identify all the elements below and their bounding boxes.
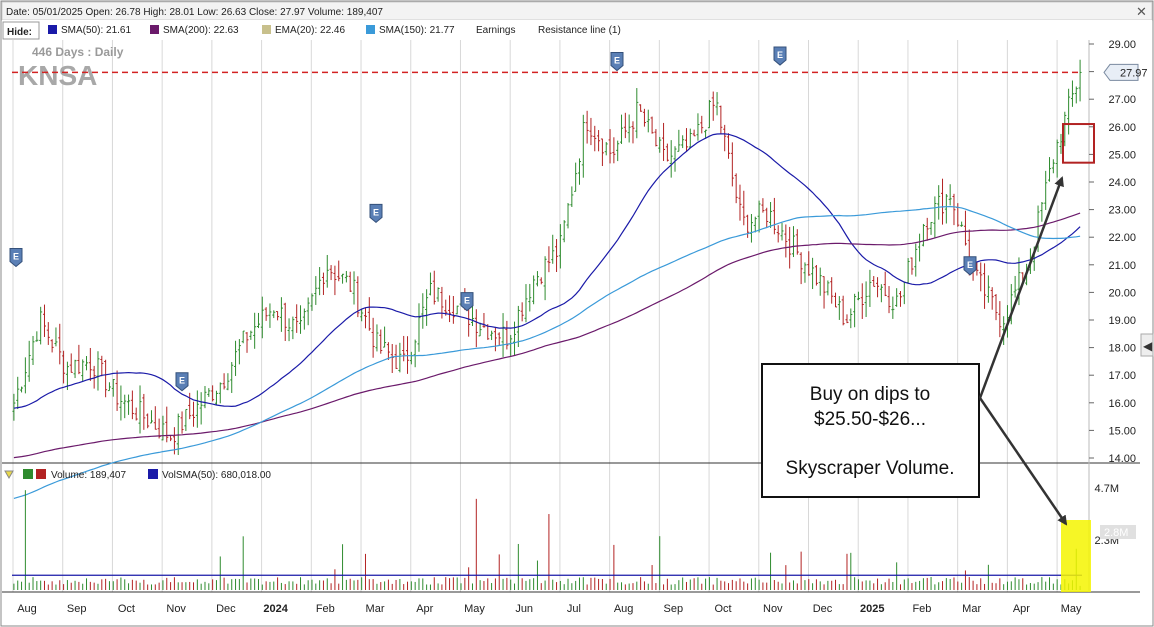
y-tick-label: 16.00 [1108,398,1136,410]
vol-tick-label: 4.7M [1095,483,1119,495]
chart-frame [0,0,1154,627]
annotation-line-2: $25.50-$26... [814,409,926,430]
earnings-marker-label: E [13,252,19,262]
earnings-marker-label: E [777,50,783,60]
last-price-label: 27.97 [1120,67,1148,79]
y-tick-label: 25.00 [1108,149,1136,161]
hide-label: Hide: [7,27,32,38]
legend-item[interactable]: Resistance line (1) [538,25,621,36]
earnings-marker-label: E [967,260,973,270]
x-tick-label: Sep [664,603,684,615]
earnings-marker-label: E [614,56,620,66]
x-tick-label: Jul [567,603,581,615]
volume-highlight [1061,520,1091,592]
y-tick-label: 17.00 [1108,370,1136,382]
x-tick-label: Aug [614,603,634,615]
x-tick-label: Mar [962,603,981,615]
earnings-marker-label: E [373,207,379,217]
x-tick-label: May [464,603,485,615]
y-tick-label: 22.00 [1108,232,1136,244]
x-tick-label: Dec [813,603,833,615]
x-tick-label: Jun [515,603,533,615]
y-tick-label: 29.00 [1108,39,1136,51]
x-tick-label: Oct [715,603,732,615]
volume-up-swatch [23,469,33,479]
symbol-label: KNSA [18,60,97,91]
x-tick-label: Apr [1013,603,1030,615]
y-tick-label: 21.00 [1108,260,1136,272]
y-tick-label: 19.00 [1108,315,1136,327]
y-tick-label: 18.00 [1108,343,1136,355]
period-label: 446 Days : Daily [32,45,124,59]
y-tick-label: 24.00 [1108,177,1136,189]
y-tick-label: 15.00 [1108,425,1136,437]
x-tick-label: Dec [216,603,236,615]
x-tick-label: Oct [118,603,135,615]
legend-item[interactable]: Earnings [476,25,515,36]
annotation-line-3: Skyscraper Volume. [786,458,955,479]
y-tick-label: 14.00 [1108,453,1136,465]
y-tick-label: 23.00 [1108,205,1136,217]
x-tick-label: Aug [17,603,37,615]
legend-item[interactable]: EMA(20): 22.46 [275,25,345,36]
stock-chart: Date: 05/01/2025 Open: 26.78 High: 28.01… [0,0,1154,627]
y-tick-label: 26.00 [1108,122,1136,134]
volume-label: Volume: 189,407 [51,470,126,481]
earnings-marker-label: E [179,376,185,386]
x-tick-label: Apr [416,603,433,615]
x-tick-label: Nov [166,603,186,615]
legend-item[interactable]: SMA(50): 21.61 [61,25,131,36]
legend-item[interactable]: SMA(150): 21.77 [379,25,455,36]
annotation-line-1: Buy on dips to [810,384,930,405]
volume-down-swatch [36,469,46,479]
volsma-swatch [148,469,158,479]
legend-swatch[interactable] [48,25,57,34]
y-tick-label: 27.00 [1108,94,1136,106]
y-tick-label: 20.00 [1108,287,1136,299]
x-tick-label: Feb [316,603,335,615]
x-tick-label: 2024 [263,603,288,615]
close-icon[interactable]: ✕ [1136,4,1147,19]
x-tick-label: Mar [366,603,385,615]
ohlc-info: Date: 05/01/2025 Open: 26.78 High: 28.01… [6,7,383,18]
legend-item[interactable]: SMA(200): 22.63 [163,25,239,36]
legend-swatch[interactable] [262,25,271,34]
x-tick-label: May [1061,603,1082,615]
x-tick-label: Feb [912,603,931,615]
legend-swatch[interactable] [150,25,159,34]
x-tick-label: Nov [763,603,783,615]
volume-highlight-label: 2.8M [1104,527,1128,539]
legend-swatch[interactable] [366,25,375,34]
volsma-label: VolSMA(50): 680,018.00 [162,470,271,481]
earnings-marker-label: E [464,296,470,306]
chevron-left-icon[interactable]: ◀ [1143,339,1153,353]
x-tick-label: Sep [67,603,87,615]
x-tick-label: 2025 [860,603,884,615]
